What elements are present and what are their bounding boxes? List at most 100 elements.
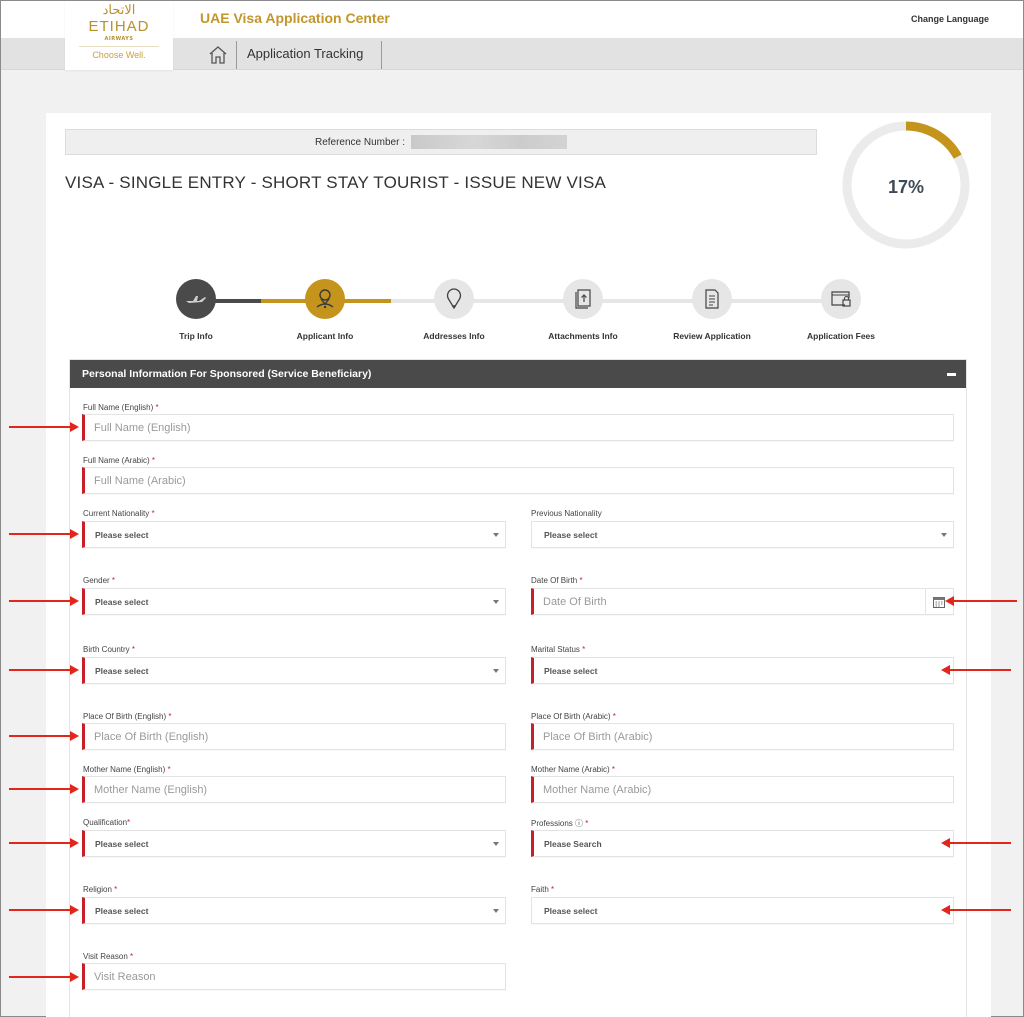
annotation-arrow-right — [9, 905, 79, 915]
progress-percent: 17% — [887, 177, 925, 197]
panel-title: Personal Information For Sponsored (Serv… — [82, 368, 372, 380]
date-of-birth-label: Date Of Birth * — [531, 576, 583, 585]
qualification-value: Please select — [95, 838, 149, 849]
visit-reason-input[interactable] — [85, 964, 505, 989]
step-application-fees[interactable]: Application Fees — [776, 279, 906, 341]
current-nationality-select[interactable]: Please select — [82, 521, 506, 548]
place-of-birth-english-field[interactable] — [82, 723, 506, 750]
previous-nationality-label: Previous Nationality — [531, 509, 602, 518]
change-language-link[interactable]: Change Language — [911, 14, 989, 24]
collapse-panel-button[interactable] — [946, 370, 956, 378]
annotation-arrow-right — [9, 529, 79, 539]
step-attachments-info[interactable]: Attachments Info — [518, 279, 648, 341]
chevron-down-icon — [493, 908, 499, 913]
place-of-birth-arabic-label: Place Of Birth (Arabic) * — [531, 712, 616, 721]
home-icon — [209, 45, 226, 64]
date-of-birth-field[interactable] — [531, 588, 954, 615]
annotation-arrow-right — [9, 784, 79, 794]
upload-document-icon — [575, 289, 591, 309]
gender-select[interactable]: Please select — [82, 588, 506, 615]
mother-name-arabic-input[interactable] — [534, 777, 953, 802]
full-name-english-label: Full Name (English) * — [83, 403, 159, 412]
birth-country-select[interactable]: Please select — [82, 657, 506, 684]
full-name-arabic-label: Full Name (Arabic) * — [83, 456, 156, 465]
annotation-arrow-left — [945, 596, 1017, 606]
annotation-arrow-right — [9, 422, 79, 432]
previous-nationality-value: Please select — [544, 529, 598, 540]
airplane-icon — [186, 296, 206, 303]
annotation-arrow-left — [941, 905, 1011, 915]
nav-application-tracking[interactable]: Application Tracking — [247, 46, 363, 61]
place-of-birth-arabic-input[interactable] — [534, 724, 953, 749]
secure-payment-icon — [831, 291, 851, 307]
chevron-down-icon — [493, 668, 499, 673]
mother-name-english-field[interactable] — [82, 776, 506, 803]
mother-name-arabic-label: Mother Name (Arabic) * — [531, 765, 616, 774]
step-applicant-info[interactable]: Applicant Info — [260, 279, 390, 341]
chevron-down-icon — [941, 532, 947, 537]
qualification-label: Qualification* — [83, 818, 131, 827]
minus-icon — [946, 372, 956, 376]
chevron-down-icon — [493, 841, 499, 846]
logo-arabic-text: الاتحاد — [102, 3, 136, 18]
place-of-birth-english-input[interactable] — [85, 724, 505, 749]
current-nationality-label: Current Nationality * — [83, 509, 155, 518]
annotation-arrow-right — [9, 731, 79, 741]
step-addresses-info[interactable]: Addresses Info — [389, 279, 519, 341]
place-of-birth-arabic-field[interactable] — [531, 723, 954, 750]
marital-status-label: Marital Status * — [531, 645, 586, 654]
step-label: Review Application — [673, 331, 751, 341]
annotation-arrow-right — [9, 972, 79, 982]
full-name-english-input[interactable] — [85, 415, 953, 440]
step-label: Applicant Info — [296, 331, 354, 341]
professions-value: Please Search — [544, 838, 602, 849]
previous-nationality-select[interactable]: Please select — [531, 521, 954, 548]
panel-header[interactable]: Personal Information For Sponsored (Serv… — [70, 360, 966, 388]
annotation-arrow-right — [9, 665, 79, 675]
calendar-icon — [933, 596, 946, 608]
annotation-arrow-left — [941, 665, 1011, 675]
full-name-arabic-input[interactable] — [85, 468, 953, 493]
location-pin-icon — [446, 288, 462, 310]
mother-name-english-input[interactable] — [85, 777, 505, 802]
step-trip-info[interactable]: Trip Info — [131, 279, 261, 341]
logo-wordmark: ETIHAD — [88, 18, 150, 35]
marital-status-select[interactable]: Please select — [531, 657, 954, 684]
professions-search[interactable]: Please Search — [531, 830, 954, 857]
document-list-icon — [705, 289, 719, 309]
religion-select[interactable]: Please select — [82, 897, 506, 924]
app-title: UAE Visa Application Center — [200, 10, 390, 26]
nav-divider — [381, 41, 382, 69]
visit-reason-field[interactable] — [82, 963, 506, 990]
full-name-english-field[interactable] — [82, 414, 954, 441]
nav-divider — [236, 41, 237, 69]
visit-reason-label: Visit Reason * — [83, 952, 134, 961]
annotation-arrow-right — [9, 596, 79, 606]
visa-type-title: VISA - SINGLE ENTRY - SHORT STAY TOURIST… — [65, 173, 607, 192]
faith-select[interactable]: Please select — [531, 897, 954, 924]
logo-subtitle: AIRWAYS — [104, 36, 134, 42]
annotation-arrow-right — [9, 838, 79, 848]
logo-divider — [79, 46, 159, 47]
qualification-select[interactable]: Please select — [82, 830, 506, 857]
reference-value-redacted — [411, 135, 568, 149]
mother-name-arabic-field[interactable] — [531, 776, 954, 803]
reference-number-bar: Reference Number : — [65, 129, 817, 155]
user-pin-icon — [316, 289, 334, 309]
mother-name-english-label: Mother Name (English) * — [83, 765, 171, 774]
chevron-down-icon — [493, 599, 499, 604]
date-of-birth-input[interactable] — [534, 589, 925, 614]
full-name-arabic-field[interactable] — [82, 467, 954, 494]
reference-label: Reference Number : — [314, 136, 406, 148]
etihad-logo[interactable]: الاتحاد ETIHAD AIRWAYS Choose Well. — [65, 1, 173, 70]
marital-status-value: Please select — [544, 665, 598, 676]
religion-label: Religion * — [83, 885, 118, 894]
step-review-application[interactable]: Review Application — [647, 279, 777, 341]
place-of-birth-english-label: Place Of Birth (English) * — [83, 712, 172, 721]
annotation-arrow-left — [941, 838, 1011, 848]
home-button[interactable] — [201, 41, 234, 68]
info-icon[interactable]: ⓘ — [573, 819, 583, 828]
faith-label: Faith * — [531, 885, 555, 894]
step-label: Addresses Info — [423, 331, 485, 341]
step-label: Trip Info — [179, 331, 213, 341]
